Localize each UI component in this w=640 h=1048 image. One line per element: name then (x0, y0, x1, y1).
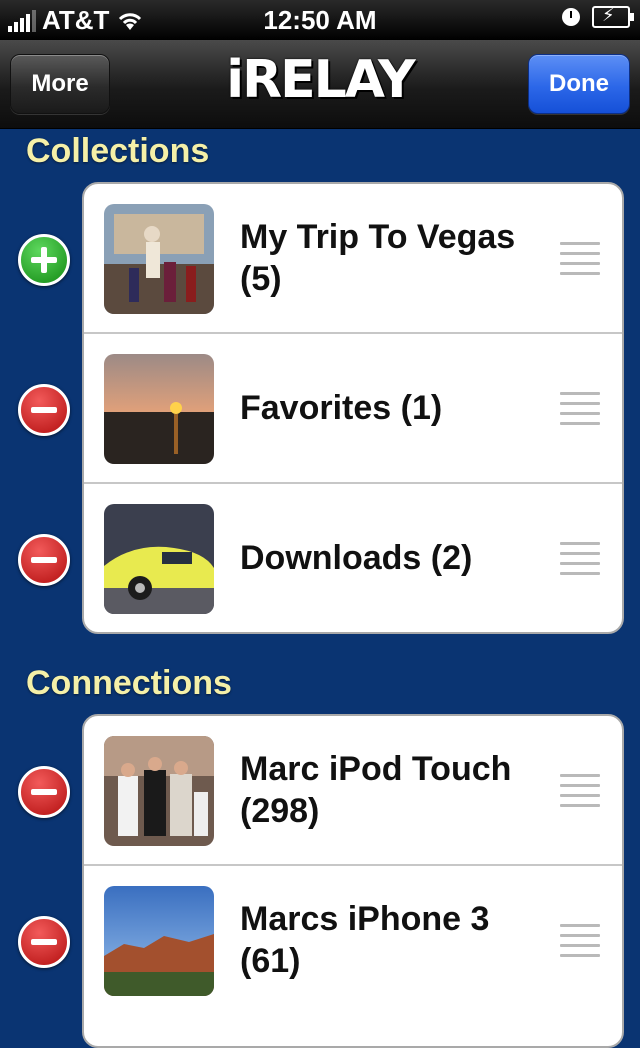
vegas-photo-thumbnail (104, 204, 214, 314)
list-item[interactable]: Marcs iPhone 3 (61) (84, 866, 622, 1014)
family-photo-thumbnail (104, 736, 214, 846)
reorder-grip-icon[interactable] (560, 392, 600, 425)
list-item[interactable]: Downloads (2) (84, 484, 622, 632)
list-item[interactable]: Favorites (1) (84, 334, 622, 484)
delete-icon[interactable] (18, 916, 70, 968)
delete-icon[interactable] (18, 384, 70, 436)
connections-list: Marc iPod Touch (298) Marcs iPhone 3 (61… (82, 714, 624, 1048)
connections-header: Connections (26, 664, 232, 702)
canyon-photo-thumbnail (104, 886, 214, 996)
connection-label: Marcs iPhone 3 (61) (240, 900, 490, 980)
collection-label: My Trip To Vegas (5) (240, 218, 516, 298)
reorder-grip-icon[interactable] (560, 542, 600, 575)
sunset-photo-thumbnail (104, 354, 214, 464)
battery-charging-icon: ⚡ (592, 5, 634, 28)
reorder-grip-icon[interactable] (560, 774, 600, 807)
delete-icon[interactable] (18, 534, 70, 586)
collections-header: Collections (26, 132, 210, 170)
done-button[interactable]: Done (528, 54, 630, 114)
reorder-grip-icon[interactable] (560, 924, 600, 957)
delete-icon[interactable] (18, 766, 70, 818)
status-bar: AT&T 12:50 AM ⚡ (0, 0, 640, 40)
collection-label: Favorites (1) (240, 389, 443, 427)
alarm-clock-icon (562, 8, 580, 26)
status-time: 12:50 AM (263, 5, 377, 35)
add-icon[interactable] (18, 234, 70, 286)
navigation-bar: More iRELAY Done (0, 40, 640, 129)
list-item[interactable]: Marc iPod Touch (298) (84, 716, 622, 866)
connection-label: Marc iPod Touch (298) (240, 750, 512, 830)
status-right: ⚡ (562, 5, 634, 28)
yellow-car-photo-thumbnail (104, 504, 214, 614)
reorder-grip-icon[interactable] (560, 242, 600, 275)
list-item[interactable]: My Trip To Vegas (5) (84, 184, 622, 334)
collections-list: My Trip To Vegas (5) Favorites (1) Downl… (82, 182, 624, 634)
collection-label: Downloads (2) (240, 539, 473, 577)
